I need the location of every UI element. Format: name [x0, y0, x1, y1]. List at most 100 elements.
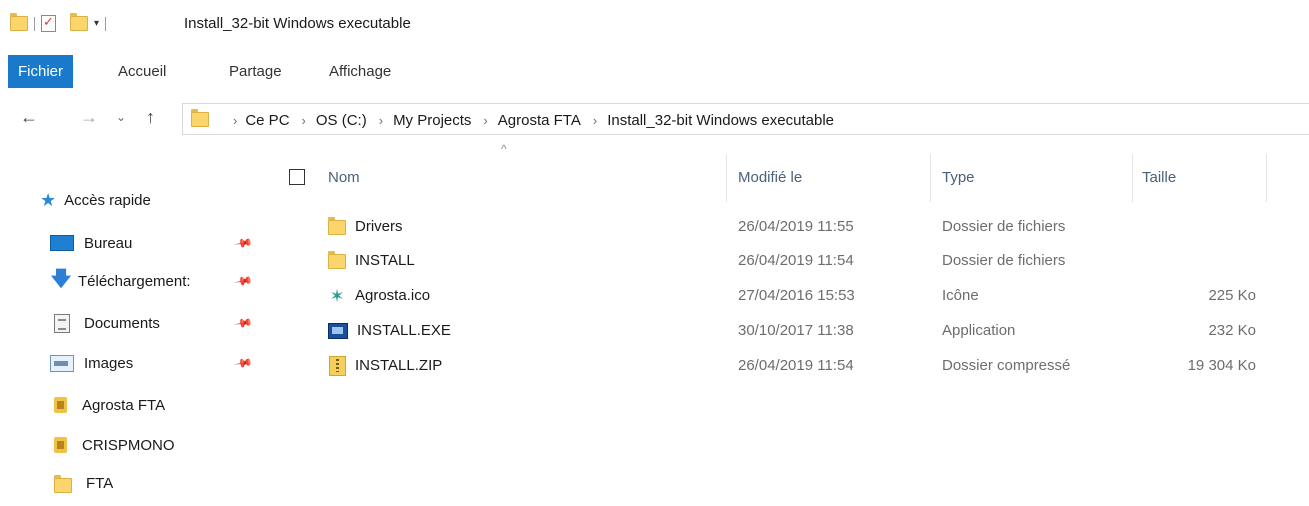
tab-accueil[interactable]: Accueil [118, 55, 166, 88]
column-header-modified[interactable]: Modifié le [738, 154, 802, 202]
file-name: INSTALL.ZIP [355, 357, 443, 374]
table-row[interactable]: INSTALL 26/04/2019 11:54 Dossier de fich… [280, 244, 1270, 278]
pin-icon[interactable]: 📌 [233, 271, 253, 291]
table-row[interactable]: Drivers 26/04/2019 11:55 Dossier de fich… [280, 210, 1270, 244]
chevron-right-icon[interactable]: › [233, 113, 237, 128]
folder-icon [328, 216, 346, 235]
chevron-right-icon[interactable]: › [379, 113, 383, 128]
folder-icon [191, 109, 209, 127]
file-name: INSTALL [355, 252, 415, 269]
file-type: Application [942, 322, 1016, 339]
recent-locations-chevron-icon[interactable]: ⌄ [116, 110, 126, 124]
folder-icon [10, 13, 28, 31]
column-header-size[interactable]: Taille [1142, 154, 1176, 202]
breadcrumb-current-folder[interactable]: Install_32-bit Windows executable [607, 112, 834, 129]
file-name: Drivers [355, 218, 403, 235]
file-name-cell: INSTALL.EXE [328, 314, 451, 348]
sidebar-item-telechargements[interactable]: 🡇 Téléchargement: [50, 266, 191, 296]
tab-affichage[interactable]: Affichage [329, 55, 391, 88]
file-type: Dossier compressé [942, 357, 1071, 374]
tab-fichier[interactable]: Fichier [8, 55, 74, 88]
file-modified: 26/04/2019 11:54 [738, 252, 854, 269]
back-arrow-icon[interactable]: ← [20, 107, 38, 128]
breadcrumb-my-projects[interactable]: My Projects [393, 112, 471, 129]
window-title: Install_32-bit Windows executable [184, 15, 411, 32]
address-bar[interactable]: › Ce PC › OS (C:) › My Projects › Agrost… [182, 103, 1309, 135]
table-row[interactable]: ✶ Agrosta.ico 27/04/2016 15:53 Icône 225… [280, 279, 1270, 313]
file-type: Dossier de fichiers [942, 252, 1066, 269]
customize-toolbar-dropdown-icon[interactable]: ▾ [94, 18, 99, 29]
download-icon: 🡇 [50, 268, 72, 290]
ico-file-icon: ✶ [329, 286, 345, 306]
properties-icon[interactable] [41, 14, 56, 32]
exe-file-icon [328, 323, 348, 339]
select-all-checkbox[interactable] [289, 169, 305, 185]
sort-ascending-icon: ^ [501, 142, 507, 156]
column-divider[interactable] [1266, 154, 1267, 202]
column-divider[interactable] [1132, 154, 1133, 202]
file-name-cell: Drivers [328, 210, 403, 244]
table-row[interactable]: INSTALL.ZIP 26/04/2019 11:54 Dossier com… [280, 349, 1270, 383]
star-icon: ★ [40, 190, 57, 210]
tab-partage[interactable]: Partage [229, 55, 282, 88]
documents-icon [54, 313, 70, 333]
sidebar-item-fta[interactable]: FTA [50, 468, 113, 498]
sidebar-item-label: Images [84, 354, 134, 372]
toolbar-separator [105, 16, 107, 31]
file-type: Dossier de fichiers [942, 218, 1066, 235]
sidebar-item-crispmono[interactable]: CRISPMONO [50, 430, 175, 460]
chevron-right-icon[interactable]: › [593, 113, 597, 128]
chevron-right-icon[interactable]: › [483, 113, 487, 128]
sidebar-item-documents[interactable]: Documents [50, 308, 160, 338]
file-modified: 30/10/2017 11:38 [738, 322, 854, 339]
ribbon-tabs: Fichier Accueil Partage Affichage [0, 55, 1309, 89]
breadcrumb-ce-pc[interactable]: Ce PC [245, 112, 289, 129]
sidebar-item-label: Agrosta FTA [82, 396, 166, 414]
breadcrumb-agrosta-fta[interactable]: Agrosta FTA [498, 112, 581, 129]
sidebar-item-label: FTA [86, 474, 114, 492]
forward-arrow-icon[interactable]: → [80, 107, 98, 128]
app-folder-icon [54, 437, 67, 453]
sidebar-item-label: Bureau [84, 234, 133, 252]
new-folder-icon[interactable] [70, 13, 88, 31]
app-folder-icon [54, 397, 67, 413]
breadcrumb: › Ce PC › OS (C:) › My Projects › Agrost… [221, 104, 834, 136]
toolbar-separator [34, 16, 35, 31]
file-name-cell: ✶ Agrosta.ico [328, 279, 430, 313]
up-arrow-icon[interactable]: ↑ [146, 107, 155, 128]
folder-icon [54, 474, 72, 493]
sidebar-item-label: Documents [84, 314, 160, 332]
file-name: Agrosta.ico [355, 287, 431, 304]
sidebar-quick-access[interactable]: ★ Accès rapide [40, 190, 151, 211]
file-size: 225 Ko [1208, 287, 1256, 304]
title-bar: ▾ Install_32-bit Windows executable [0, 0, 1309, 54]
table-row[interactable]: INSTALL.EXE 30/10/2017 11:38 Application… [280, 314, 1270, 348]
column-header-row: ^ Nom Modifié le Type Taille [280, 142, 1270, 202]
images-icon [50, 354, 74, 372]
column-divider[interactable] [726, 154, 727, 202]
column-header-name[interactable]: Nom [328, 154, 360, 202]
column-header-type[interactable]: Type [942, 154, 975, 202]
breadcrumb-os-c[interactable]: OS (C:) [316, 112, 367, 129]
column-divider[interactable] [930, 154, 931, 202]
sidebar-item-label: CRISPMONO [82, 436, 175, 454]
file-size: 19 304 Ko [1187, 357, 1256, 374]
pin-icon[interactable]: 📌 [233, 353, 253, 373]
quick-access-toolbar: ▾ [10, 13, 107, 32]
sidebar-item-images[interactable]: Images [50, 348, 133, 378]
sidebar-header-label: Accès rapide [64, 192, 151, 209]
sidebar-item-label: Téléchargement: [78, 272, 191, 290]
chevron-right-icon[interactable]: › [302, 113, 306, 128]
pin-icon[interactable]: 📌 [233, 233, 253, 253]
pin-icon[interactable]: 📌 [233, 313, 253, 333]
sidebar-item-agrosta-fta[interactable]: Agrosta FTA [50, 390, 165, 420]
desktop-icon [50, 235, 74, 251]
file-name-cell: INSTALL.ZIP [328, 349, 442, 383]
navigation-bar: ← → ⌄ ↑ › Ce PC › OS (C:) › My Projects … [0, 103, 1309, 137]
file-modified: 27/04/2016 15:53 [738, 287, 855, 304]
file-modified: 26/04/2019 11:55 [738, 218, 854, 235]
file-modified: 26/04/2019 11:54 [738, 357, 854, 374]
sidebar-item-bureau[interactable]: Bureau [50, 228, 132, 258]
file-name: INSTALL.EXE [357, 322, 451, 339]
file-type: Icône [942, 287, 979, 304]
